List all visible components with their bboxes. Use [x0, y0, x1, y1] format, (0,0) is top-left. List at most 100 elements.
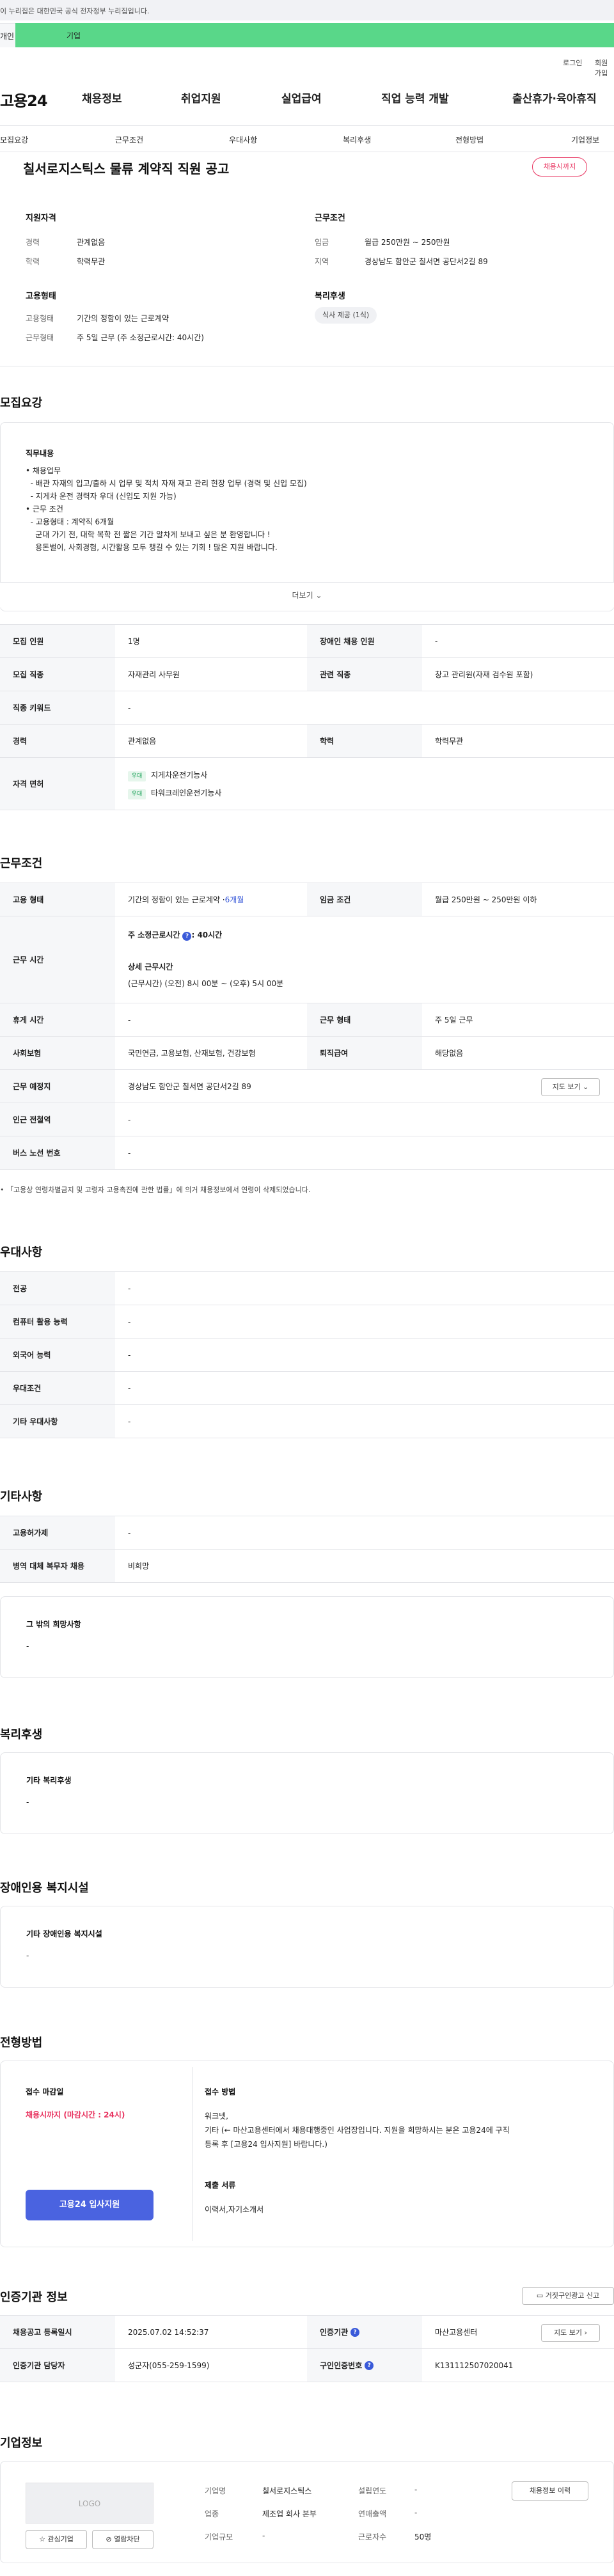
row-label: 우대조건 [0, 1372, 115, 1404]
help-icon[interactable]: ? [350, 2327, 360, 2337]
more-label: 더보기 [292, 591, 313, 600]
more-button[interactable]: 더보기 ⌄ [0, 582, 614, 608]
user-type-tabs: 개인 기업 [0, 23, 614, 47]
nav-employment-support[interactable]: 취업지원 [181, 90, 221, 106]
subnav-welfare[interactable]: 복리후생 [343, 134, 371, 145]
site-logo[interactable]: 고용24 [0, 88, 48, 111]
row-value: - [128, 1148, 131, 1158]
table-row: 전공 - [0, 1272, 614, 1305]
login-link[interactable]: 로그인 [563, 58, 582, 68]
tab-individual[interactable]: 개인 [0, 23, 15, 47]
license-tag: 우대 [128, 771, 146, 781]
nav-training[interactable]: 직업 능력 개발 [381, 90, 449, 106]
row-value: 관계없음 [128, 737, 157, 746]
history-button[interactable]: 채용정보 이력 [512, 2481, 588, 2501]
agency-map-button[interactable]: 지도 보기 › [541, 2324, 600, 2342]
join-link[interactable]: 회원가입 [595, 58, 614, 78]
age-note: • 「고용상 연령차별금지 및 고령자 고용촉진에 관한 법률」에 의거 채용정… [0, 1184, 310, 1195]
size-label: 기업규모 [205, 2533, 233, 2541]
duty-line: - 배관 자재의 입고/출하 시 업무 및 적치 자재 재고 관리 현장 업무 … [26, 479, 307, 488]
row-label: 모집 직종 [0, 658, 115, 691]
block-company-button[interactable]: ⊘ 열람차단 [92, 2530, 154, 2549]
table-row: 고용허가제 - [0, 1516, 614, 1550]
row-value: - [128, 1115, 131, 1124]
row-label: 전공 [0, 1272, 115, 1305]
nav-unemployment[interactable]: 실업급여 [281, 90, 322, 106]
row-label: 근무 예정지 [0, 1070, 115, 1103]
edu-value: 학력무관 [77, 257, 106, 266]
apply-button[interactable]: 고용24 입사지원 [26, 2190, 154, 2220]
license-item: 우대 타워크레인운전기능사 [128, 787, 221, 799]
company-name: 칠서로지스틱스 [262, 2486, 312, 2495]
cond-title: 근무조건 [315, 214, 345, 223]
tab-business[interactable]: 기업 [15, 23, 614, 47]
row-label: 컴퓨터 활용 능력 [0, 1305, 115, 1338]
table-row: 컴퓨터 활용 능력 - [0, 1305, 614, 1339]
other-wishes-box: 그 밖의 희망사항 - [0, 1596, 614, 1678]
subnav-conditions[interactable]: 근무조건 [115, 134, 143, 145]
emp-type: 기간의 정함이 있는 근로계약 · [128, 895, 225, 904]
row-label: 채용공고 등록일시 [0, 2316, 115, 2348]
table-row: 외국어 능력 - [0, 1339, 614, 1372]
row-label: 근무 형태 [307, 1003, 422, 1036]
form-title: 고용형태 [26, 292, 56, 301]
favorite-company-button[interactable]: ☆ 관심기업 [26, 2530, 87, 2549]
qual-title: 지원자격 [26, 214, 56, 223]
nav-parental-leave[interactable]: 출산휴가·육아휴직 [512, 90, 597, 106]
row-value: 2025.07.02 14:52:37 [128, 2327, 209, 2337]
row-label: 학력 [307, 725, 422, 757]
row-label: 인근 전철역 [0, 1103, 115, 1136]
table-row: 버스 노선 번호 - [0, 1136, 614, 1170]
job-title: 칠서로지스틱스 물류 계약직 직원 공고 [23, 161, 230, 177]
report-icon: ▭ [536, 2291, 544, 2300]
status-badge: 채용시까지 [532, 157, 587, 177]
agency-title: 인증기관 정보 [0, 2291, 68, 2304]
wage-value: 월급 250만원 ~ 250만원 [365, 238, 450, 247]
row-value: K131112507020041 [435, 2360, 514, 2370]
report-button-label: 거짓구인광고 신고 [545, 2291, 600, 2300]
welfare-title: 복리후생 [315, 292, 345, 301]
employees-value: 50명 [414, 2533, 432, 2541]
disability-sub-title: 기타 장애인용 복지시설 [26, 1929, 102, 1938]
subnav-preferences[interactable]: 우대사항 [229, 134, 257, 145]
subnav-recruit[interactable]: 모집요강 [0, 134, 28, 145]
subnav-company[interactable]: 기업정보 [571, 134, 599, 145]
disability-value: - [26, 1951, 29, 1960]
gov-banner: 이 누리집은 대한민국 공식 전자정부 누리집입니다. [0, 0, 614, 20]
wage-label: 임금 [315, 238, 329, 247]
welfare-chip: 식사 제공 (1식) [315, 307, 377, 324]
row-value: 월급 250만원 ~ 250만원 이하 [435, 895, 537, 904]
row-value: - [128, 1284, 131, 1293]
row-value: 국민연금, 고용보험, 산재보험, 건강보험 [128, 1049, 256, 1058]
row-label: 장애인 채용 인원 [307, 625, 422, 657]
row-label: 자격 면허 [0, 758, 115, 810]
other-wishes-title: 그 밖의 희망사항 [26, 1620, 81, 1629]
row-value: - [128, 1383, 131, 1393]
map-button-label: 지도 보기 [552, 1083, 581, 1091]
row-value: 창고 관리원(자재 검수원 포함) [435, 670, 533, 679]
welfare-value: - [26, 1798, 29, 1807]
help-icon[interactable]: ? [182, 932, 192, 941]
row-label: 인증기관? [307, 2316, 422, 2348]
row-label: 임금 조건 [307, 883, 422, 916]
row-label: 휴게 시간 [0, 1003, 115, 1036]
table-row: 우대조건 - [0, 1372, 614, 1405]
method-line: 등록 후 [고용24 입사지원] 바랍니다.) [205, 2140, 327, 2149]
edu-label: 학력 [26, 257, 40, 266]
nav-jobs[interactable]: 채용정보 [82, 90, 122, 106]
table-row: 직종 키워드 - [0, 691, 614, 725]
hours-detail: (근무시간) (오전) 8시 00분 ~ (오후) 5시 00분 [128, 979, 284, 988]
method-line: 기타 (← 마산고용센터에서 채용대행중인 사업장입니다. 지원을 희망하시는 … [205, 2126, 510, 2135]
row-value: - [128, 1015, 131, 1025]
row-value: - [128, 1350, 131, 1360]
subnav-process[interactable]: 전형방법 [455, 134, 484, 145]
process-title: 전형방법 [0, 2036, 43, 2050]
license-item: 우대 지게차운전기능사 [128, 769, 207, 781]
emp-value: 기간의 정함이 있는 근로계약 [77, 314, 169, 323]
row-value: 마산고용센터 [435, 2328, 478, 2337]
row-value: 비희망 [128, 1562, 150, 1571]
report-button[interactable]: ▭ 거짓구인광고 신고 [522, 2287, 614, 2305]
map-button[interactable]: 지도 보기 ⌄ [541, 1078, 600, 1096]
row-value: 주 5일 근무 [435, 1016, 473, 1025]
help-icon[interactable]: ? [365, 2360, 374, 2370]
